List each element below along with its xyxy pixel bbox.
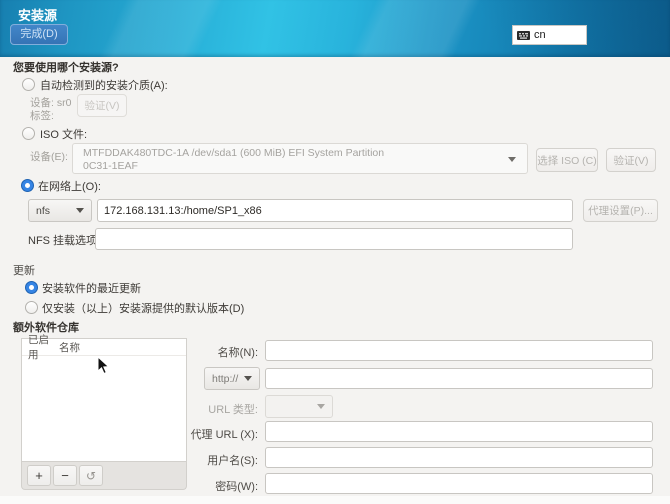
column-name: 名称	[53, 340, 80, 355]
password-label: 密码(W):	[120, 478, 258, 494]
mouse-cursor	[97, 356, 110, 375]
verify-iso-button[interactable]: 验证(V)	[606, 148, 656, 172]
network-radio[interactable]	[21, 179, 34, 192]
auto-detect-label: 自动检测到的安装介质(A):	[40, 77, 168, 93]
device-value: sr0	[57, 97, 72, 109]
repo-protocol-combo[interactable]: http://	[204, 367, 260, 390]
source-question-heading: 您要使用哪个安装源?	[13, 59, 119, 75]
iso-device-value-line1: MTFDDAK480TDC-1A /dev/sda1 (600 MiB) EFI…	[83, 147, 503, 160]
default-only-label: 仅安装（以上）安装源提供的默认版本(D)	[42, 300, 244, 316]
nfs-options-label: NFS 挂载选项:	[28, 232, 100, 248]
tag-label: 标签:	[30, 108, 54, 123]
page-title: 安装源	[18, 5, 57, 24]
add-repo-button[interactable]: +	[27, 465, 51, 486]
chevron-down-icon	[244, 376, 252, 381]
chevron-down-icon	[317, 404, 325, 409]
network-label: 在网络上(O):	[38, 178, 101, 194]
username-label: 用户名(S):	[120, 452, 258, 468]
keyboard-layout-label: cn	[534, 29, 546, 41]
bottom-strip	[0, 496, 670, 504]
repo-protocol-value: http://	[212, 373, 238, 385]
verify-media-button[interactable]: 验证(V)	[77, 94, 127, 117]
iso-file-radio[interactable]	[22, 127, 35, 140]
proxy-url-label: 代理 URL (X):	[120, 426, 258, 442]
chevron-down-icon	[508, 157, 516, 162]
column-enabled: 已启用	[22, 332, 53, 362]
auto-detect-radio[interactable]	[22, 78, 35, 91]
iso-file-label: ISO 文件:	[40, 126, 87, 142]
iso-device-label: 设备(E):	[30, 149, 68, 164]
done-button[interactable]: 完成(D)	[10, 24, 68, 45]
choose-iso-button[interactable]: 选择 ISO (C)	[536, 148, 598, 172]
url-type-label: URL 类型:	[120, 401, 258, 417]
keyboard-icon	[517, 31, 530, 40]
network-url-input[interactable]	[97, 199, 573, 222]
revert-icon: ↺	[86, 469, 96, 483]
latest-updates-label: 安装软件的最近更新	[42, 280, 141, 296]
repo-name-input[interactable]	[265, 340, 653, 361]
proxy-url-input[interactable]	[265, 421, 653, 442]
revert-repo-button[interactable]: ↺	[79, 465, 103, 486]
username-input[interactable]	[265, 447, 653, 468]
repo-name-label: 名称(N):	[120, 344, 258, 360]
updates-heading: 更新	[13, 262, 35, 278]
keyboard-layout-indicator[interactable]: cn	[512, 25, 587, 45]
latest-updates-radio[interactable]	[25, 281, 38, 294]
chevron-down-icon	[76, 208, 84, 213]
nfs-options-input[interactable]	[95, 228, 573, 250]
password-input[interactable]	[265, 473, 653, 494]
protocol-value: nfs	[36, 205, 50, 217]
repo-url-input[interactable]	[265, 368, 653, 389]
installation-source-screen: 安装源 完成(D) cn 您要使用哪个安装源? 自动检测到的安装介质(A): 设…	[0, 0, 670, 504]
default-only-radio[interactable]	[25, 301, 38, 314]
iso-device-value-line2: 0C31-1EAF	[83, 160, 503, 173]
url-type-combo[interactable]	[265, 395, 333, 418]
proxy-settings-button[interactable]: 代理设置(P)...	[583, 199, 658, 222]
remove-repo-button[interactable]: −	[53, 465, 77, 486]
protocol-combo[interactable]: nfs	[28, 199, 92, 222]
iso-device-combo[interactable]: MTFDDAK480TDC-1A /dev/sda1 (600 MiB) EFI…	[72, 143, 528, 174]
